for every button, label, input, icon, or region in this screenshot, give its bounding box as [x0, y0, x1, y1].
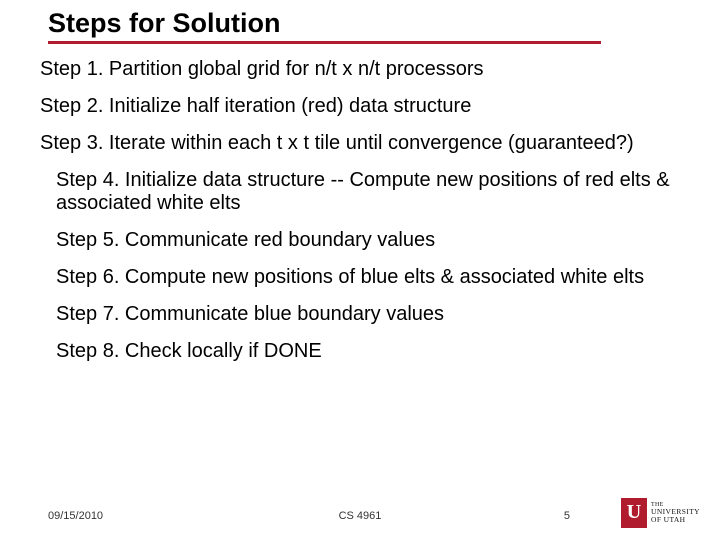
footer-course: CS 4961: [339, 510, 382, 522]
logo-text: THE UNIVERSITY OF UTAH: [651, 502, 700, 524]
slide-body: Step 1. Partition global grid for n/t x …: [0, 44, 720, 363]
step-7: Step 7. Communicate blue boundary values: [40, 303, 680, 326]
step-8: Step 8. Check locally if DONE: [40, 340, 680, 363]
logo-line-3: OF UTAH: [651, 516, 700, 524]
step-5: Step 5. Communicate red boundary values: [40, 229, 680, 252]
step-6: Step 6. Compute new positions of blue el…: [40, 266, 680, 289]
step-3: Step 3. Iterate within each t x t tile u…: [40, 132, 680, 155]
slide-title: Steps for Solution: [48, 8, 601, 44]
footer-page-number: 5: [564, 510, 570, 522]
footer-date: 09/15/2010: [48, 510, 103, 522]
university-logo: THE UNIVERSITY OF UTAH: [621, 498, 700, 528]
step-1: Step 1. Partition global grid for n/t x …: [40, 58, 680, 81]
step-2: Step 2. Initialize half iteration (red) …: [40, 95, 680, 118]
slide-footer: 09/15/2010 CS 4961 5 THE UNIVERSITY OF U…: [0, 498, 720, 528]
u-icon: [621, 498, 647, 528]
step-4: Step 4. Initialize data structure -- Com…: [40, 169, 680, 215]
